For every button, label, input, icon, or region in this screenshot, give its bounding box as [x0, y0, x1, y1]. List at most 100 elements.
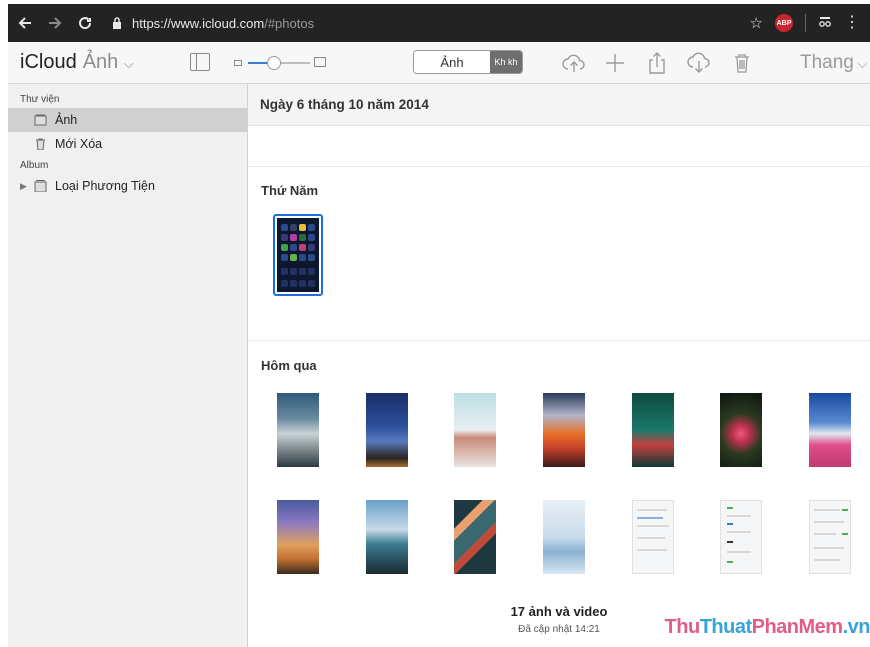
chevron-down-icon: ⌵ — [853, 56, 868, 71]
reload-icon[interactable] — [72, 10, 98, 36]
zoom-in-icon[interactable] — [314, 57, 326, 67]
address-bar[interactable]: https://www.icloud.com /#photos — [112, 16, 750, 31]
toolbar-divider — [805, 14, 806, 32]
settings-row — [727, 541, 733, 543]
share-icon[interactable] — [644, 50, 670, 76]
settings-row — [637, 549, 667, 551]
app-icon — [281, 280, 288, 287]
app-icon — [290, 268, 297, 275]
settings-row — [814, 533, 836, 535]
settings-row — [814, 559, 840, 561]
app-icon — [281, 224, 288, 231]
add-icon[interactable] — [602, 50, 628, 76]
app-icon — [290, 234, 297, 241]
adblock-icon[interactable]: ABP — [775, 14, 793, 32]
settings-row — [842, 509, 848, 511]
photo-thumbnail[interactable] — [720, 500, 762, 574]
app-icon — [308, 224, 315, 231]
disclosure-triangle-icon[interactable]: ▶ — [20, 181, 27, 192]
settings-row — [637, 509, 667, 511]
photo-thumbnail[interactable] — [632, 500, 674, 574]
sidebar-section-album: Album — [20, 160, 49, 171]
watermark-logo: ThuThuatPhanMem.vn — [665, 616, 870, 639]
photo-thumbnail[interactable] — [366, 393, 408, 467]
url-path: /#photos — [264, 15, 315, 31]
zoom-slider[interactable] — [248, 56, 310, 70]
chevron-down-icon: ⌵ — [120, 56, 134, 71]
section-divider — [248, 166, 870, 167]
group-title-thursday: Thứ Năm — [261, 183, 319, 198]
sort-dropdown[interactable]: Thang ⌵ — [800, 52, 867, 74]
zoom-out-icon[interactable] — [234, 60, 242, 66]
bookmark-star-icon[interactable]: ☆ — [750, 14, 763, 32]
photo-thumbnail[interactable] — [454, 393, 496, 467]
photo-thumbnail-selected[interactable] — [273, 214, 323, 296]
zoom-slider-thumb[interactable] — [267, 56, 282, 70]
photo-thumbnail[interactable] — [366, 500, 408, 574]
url-host: https://www.icloud.com — [132, 15, 265, 31]
app-icon — [281, 244, 288, 251]
photo-thumbnail[interactable] — [454, 500, 496, 574]
photo-thumbnail[interactable] — [277, 500, 319, 574]
photo-thumbnail[interactable] — [277, 393, 319, 467]
app-name: Ảnh — [82, 51, 119, 73]
arrow-right-icon[interactable] — [42, 10, 68, 36]
app-icon — [281, 254, 288, 261]
sidebar-item-photos[interactable]: Ảnh — [8, 108, 247, 132]
app-icon — [308, 234, 315, 241]
app-icon — [290, 224, 297, 231]
sidebar: Thư viện Ảnh Mới Xóa Album ▶ Loại Phương… — [8, 84, 248, 647]
delete-icon[interactable] — [729, 50, 755, 76]
settings-row — [727, 507, 733, 509]
group-title-yesterday: Hôm qua — [261, 358, 317, 373]
segment-photos[interactable]: Ảnh — [414, 51, 490, 73]
photo-thumbnail[interactable] — [720, 393, 762, 467]
photos-grid: Ngày 6 tháng 10 năm 2014 Thứ Năm Hôm qua… — [248, 84, 870, 647]
segment-other[interactable]: Kh kh — [490, 51, 522, 73]
screenshot-image — [277, 218, 319, 292]
settings-row — [727, 561, 733, 563]
sidebar-section-library: Thư viện — [20, 94, 60, 105]
app-icon — [308, 280, 315, 287]
trash-icon — [34, 138, 47, 151]
album-icon — [34, 180, 47, 193]
app-icon — [299, 224, 306, 231]
photo-thumbnail[interactable] — [632, 393, 674, 467]
browser-toolbar: https://www.icloud.com /#photos ☆ ABP ⋮ — [8, 4, 870, 42]
sidebar-item-label: Ảnh — [55, 113, 78, 127]
sidebar-toggle-icon[interactable] — [190, 53, 210, 71]
app-icon — [290, 254, 297, 261]
upload-icon[interactable] — [561, 50, 587, 76]
watermark-part: PhanMem — [751, 616, 843, 638]
settings-row — [637, 537, 665, 539]
sidebar-item-label: Mới Xóa — [55, 137, 103, 151]
watermark-part: .vn — [842, 616, 870, 638]
app-icon — [281, 234, 288, 241]
app-icon — [290, 244, 297, 251]
photo-thumbnail[interactable] — [543, 500, 585, 574]
settings-row — [814, 509, 840, 511]
browser-menu-icon[interactable]: ⋮ — [844, 15, 860, 31]
download-icon[interactable] — [686, 50, 712, 76]
date-header: Ngày 6 tháng 10 năm 2014 — [248, 84, 870, 126]
sidebar-item-recently-deleted[interactable]: Mới Xóa — [8, 132, 247, 156]
app-icon — [308, 268, 315, 275]
app-icon — [281, 268, 288, 275]
photo-thumbnail[interactable] — [809, 500, 851, 574]
app-icon — [299, 234, 306, 241]
lock-icon — [112, 17, 122, 29]
incognito-icon[interactable] — [818, 14, 832, 33]
sidebar-item-media-types[interactable]: ▶ Loại Phương Tiện — [8, 174, 247, 198]
settings-row — [727, 515, 751, 517]
photo-thumbnail[interactable] — [543, 393, 585, 467]
app-brand[interactable]: iCloud Ảnh ⌵ — [20, 51, 134, 74]
arrow-left-icon[interactable] — [12, 10, 38, 36]
photos-icon — [34, 114, 47, 126]
settings-row — [637, 525, 669, 527]
photo-thumbnail[interactable] — [809, 393, 851, 467]
settings-row — [842, 533, 848, 535]
app-icon — [308, 244, 315, 251]
settings-row — [727, 551, 751, 553]
settings-row — [727, 523, 733, 525]
settings-row — [637, 517, 663, 519]
